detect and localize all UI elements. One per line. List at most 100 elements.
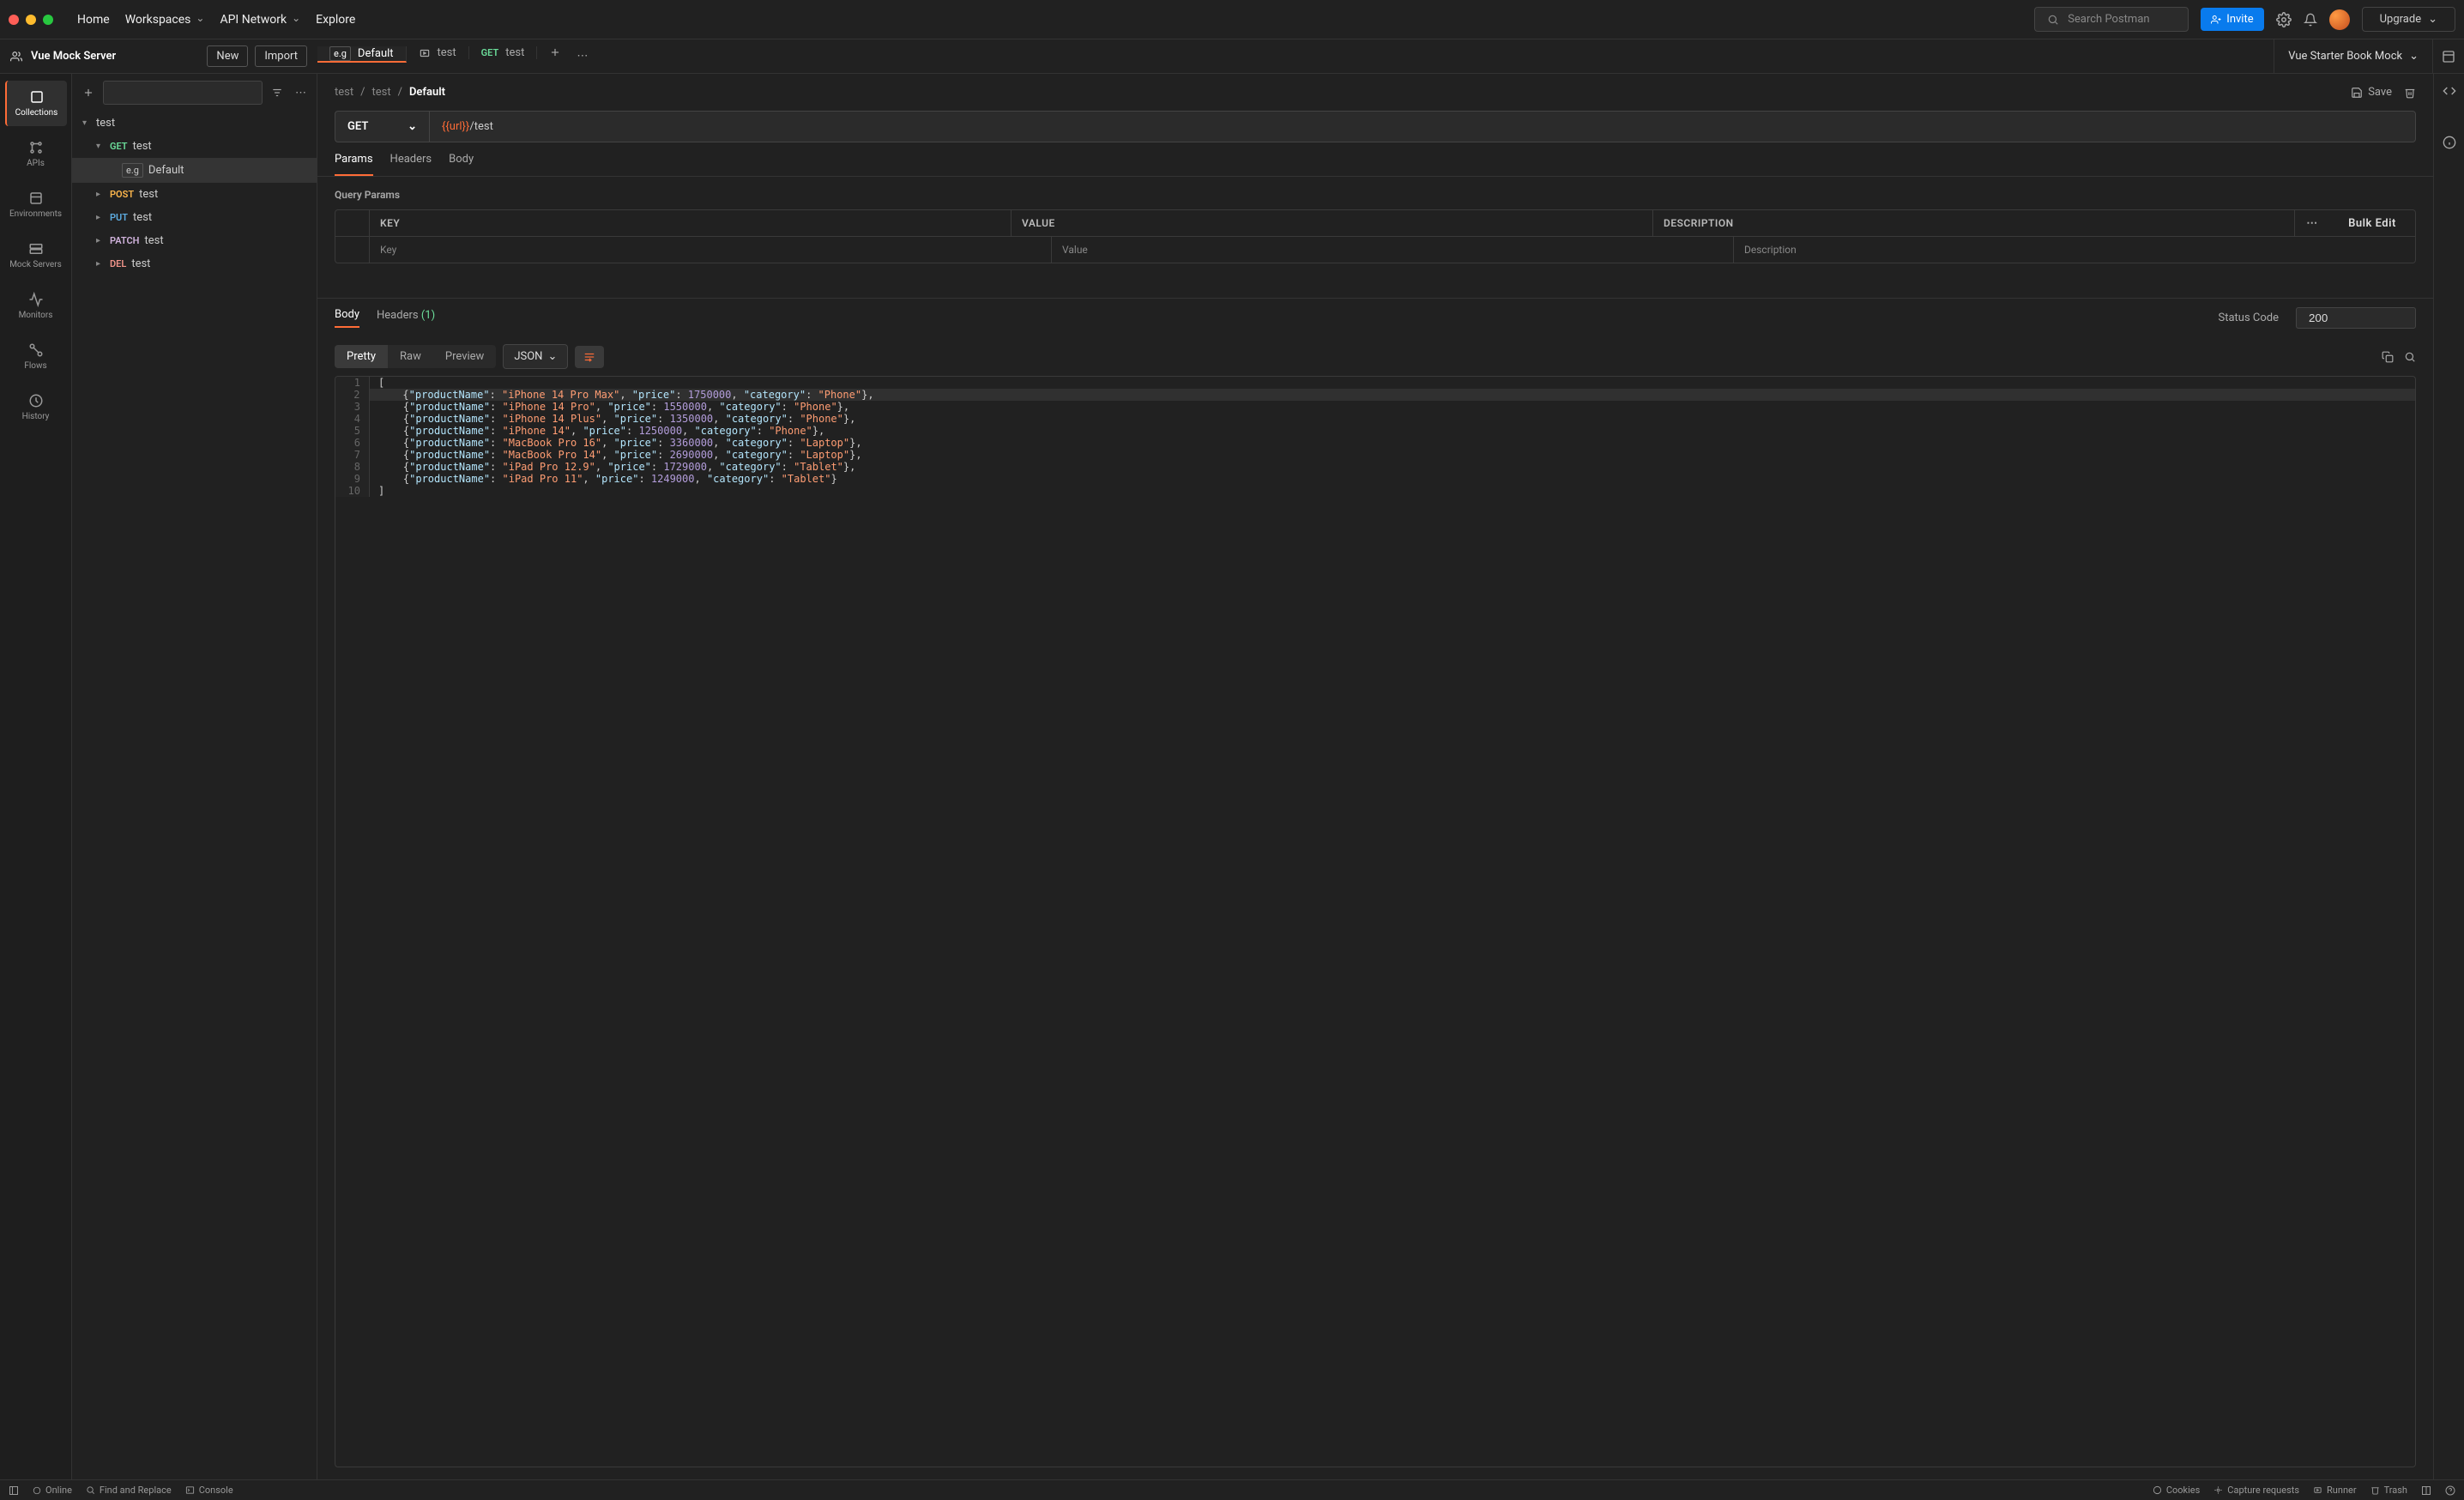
two-pane-icon[interactable]: [2421, 1485, 2431, 1496]
caret-right-icon: ▸: [96, 190, 105, 199]
capture-requests[interactable]: Capture requests: [2213, 1485, 2299, 1496]
tree-item-get-test[interactable]: ▾ GET test: [72, 135, 317, 158]
tabs-more[interactable]: ⋯: [573, 46, 591, 66]
url-input[interactable]: {{url}}/test: [429, 111, 2416, 142]
console-toggle[interactable]: Console: [185, 1485, 233, 1496]
code-content: [: [370, 377, 384, 389]
code-line[interactable]: 3 {"productName": "iPhone 14 Pro", "pric…: [335, 401, 2415, 413]
code-line[interactable]: 9 {"productName": "iPad Pro 11", "price"…: [335, 473, 2415, 485]
rail-history[interactable]: History: [5, 384, 67, 430]
nav-home[interactable]: Home: [77, 13, 110, 27]
tree-collection-test[interactable]: ▾ test: [72, 112, 317, 135]
code-line[interactable]: 1[: [335, 377, 2415, 389]
sidebar-add-button[interactable]: [79, 83, 98, 102]
tab-body[interactable]: Body: [449, 153, 474, 176]
breadcrumb-part[interactable]: test: [335, 86, 353, 99]
search-response-icon[interactable]: [2404, 351, 2416, 363]
tree-item-patch-test[interactable]: ▸ PATCH test: [72, 229, 317, 252]
info-icon[interactable]: [2443, 136, 2456, 149]
format-select[interactable]: JSON ⌄: [503, 344, 568, 369]
tab-get-test[interactable]: GET test: [469, 46, 538, 59]
code-line[interactable]: 7 {"productName": "MacBook Pro 14", "pri…: [335, 449, 2415, 461]
new-tab-button[interactable]: [537, 46, 573, 58]
rail-monitors[interactable]: Monitors: [5, 283, 67, 329]
url-path: /test: [469, 120, 492, 133]
view-preview[interactable]: Preview: [433, 345, 496, 368]
user-avatar[interactable]: [2329, 9, 2350, 30]
documentation-icon[interactable]: [2443, 84, 2456, 98]
tab-test-folder[interactable]: test: [407, 46, 469, 59]
caret-right-icon: ▸: [96, 259, 105, 269]
cookies-link[interactable]: Cookies: [2153, 1485, 2200, 1496]
notifications-icon[interactable]: [2304, 13, 2317, 27]
wrap-lines-button[interactable]: [575, 346, 604, 368]
tree-item-post-test[interactable]: ▸ POST test: [72, 183, 317, 206]
tree-item-example-default[interactable]: e.g Default: [72, 158, 317, 183]
environment-quicklook[interactable]: [2432, 39, 2464, 73]
bulk-edit-button[interactable]: Bulk Edit: [2329, 210, 2415, 236]
sidebar-more[interactable]: ⋯: [292, 83, 310, 103]
find-replace[interactable]: Find and Replace: [86, 1485, 172, 1496]
delete-icon[interactable]: [2404, 87, 2416, 99]
tree-item-put-test[interactable]: ▸ PUT test: [72, 206, 317, 229]
rail-environments[interactable]: Environments: [5, 182, 67, 227]
col-more[interactable]: ⋯: [2295, 210, 2329, 236]
tab-default[interactable]: e.g Default: [317, 46, 407, 63]
settings-icon[interactable]: [2276, 12, 2292, 27]
rail-mock-servers[interactable]: Mock Servers: [5, 233, 67, 278]
rail-collections[interactable]: Collections: [5, 81, 67, 126]
value-input[interactable]: Value: [1052, 237, 1734, 263]
nav-workspaces[interactable]: Workspaces: [125, 13, 205, 27]
breadcrumb-part[interactable]: test: [371, 86, 390, 99]
method-select[interactable]: GET ⌄: [335, 111, 429, 142]
upgrade-button[interactable]: Upgrade ⌄: [2362, 7, 2455, 32]
code-line[interactable]: 10]: [335, 485, 2415, 497]
runner-link[interactable]: Runner: [2313, 1485, 2357, 1496]
trash-link[interactable]: Trash: [2370, 1485, 2407, 1496]
code-line[interactable]: 6 {"productName": "MacBook Pro 16", "pri…: [335, 437, 2415, 449]
rail-label: APIs: [27, 159, 45, 168]
workspace-name[interactable]: Vue Mock Server: [31, 50, 116, 63]
new-button[interactable]: New: [207, 45, 248, 67]
description-input[interactable]: Description: [1734, 237, 2415, 263]
sidebar-filter-input[interactable]: [103, 81, 263, 105]
close-window[interactable]: [9, 15, 19, 25]
section-query-params: Query Params: [317, 177, 2433, 209]
code-line[interactable]: 8 {"productName": "iPad Pro 12.9", "pric…: [335, 461, 2415, 473]
tab-params[interactable]: Params: [335, 153, 373, 176]
code-line[interactable]: 5 {"productName": "iPhone 14", "price": …: [335, 425, 2415, 437]
response-body-editor[interactable]: 1[2 {"productName": "iPhone 14 Pro Max",…: [335, 376, 2416, 1467]
import-button[interactable]: Import: [255, 45, 307, 67]
global-search[interactable]: Search Postman: [2034, 7, 2189, 32]
layout-toggle[interactable]: [9, 1485, 19, 1496]
line-number: 7: [335, 449, 370, 461]
nav-explore[interactable]: Explore: [316, 13, 355, 27]
tab-headers[interactable]: Headers: [390, 153, 432, 176]
tree-item-del-test[interactable]: ▸ DEL test: [72, 252, 317, 275]
key-input[interactable]: Key: [370, 237, 1052, 263]
code-line[interactable]: 4 {"productName": "iPhone 14 Plus", "pri…: [335, 413, 2415, 425]
maximize-window[interactable]: [43, 15, 53, 25]
rail-flows[interactable]: Flows: [5, 334, 67, 379]
status-online[interactable]: Online: [33, 1485, 72, 1496]
response-tab-body[interactable]: Body: [335, 308, 359, 328]
status-code-input[interactable]: [2296, 307, 2416, 329]
code-line[interactable]: 2 {"productName": "iPhone 14 Pro Max", "…: [335, 389, 2415, 401]
row-select[interactable]: [335, 237, 370, 263]
view-raw[interactable]: Raw: [388, 345, 433, 368]
copy-icon[interactable]: [2382, 351, 2394, 363]
chevron-down-icon: ⌄: [2409, 50, 2419, 63]
view-pretty[interactable]: Pretty: [335, 345, 388, 368]
response-tab-headers[interactable]: Headers (1): [377, 309, 435, 327]
sidebar-filter-icon[interactable]: [268, 83, 287, 102]
format-value: JSON: [514, 350, 542, 363]
help-icon[interactable]: [2445, 1485, 2455, 1496]
minimize-window[interactable]: [26, 15, 36, 25]
environment-select[interactable]: Vue Starter Book Mock ⌄: [2274, 39, 2432, 73]
line-number: 4: [335, 413, 370, 425]
invite-button[interactable]: Invite: [2201, 8, 2263, 31]
method-value: GET: [347, 120, 368, 133]
save-button[interactable]: Save: [2351, 86, 2392, 99]
rail-apis[interactable]: APIs: [5, 131, 67, 177]
nav-api-network[interactable]: API Network: [220, 13, 300, 27]
